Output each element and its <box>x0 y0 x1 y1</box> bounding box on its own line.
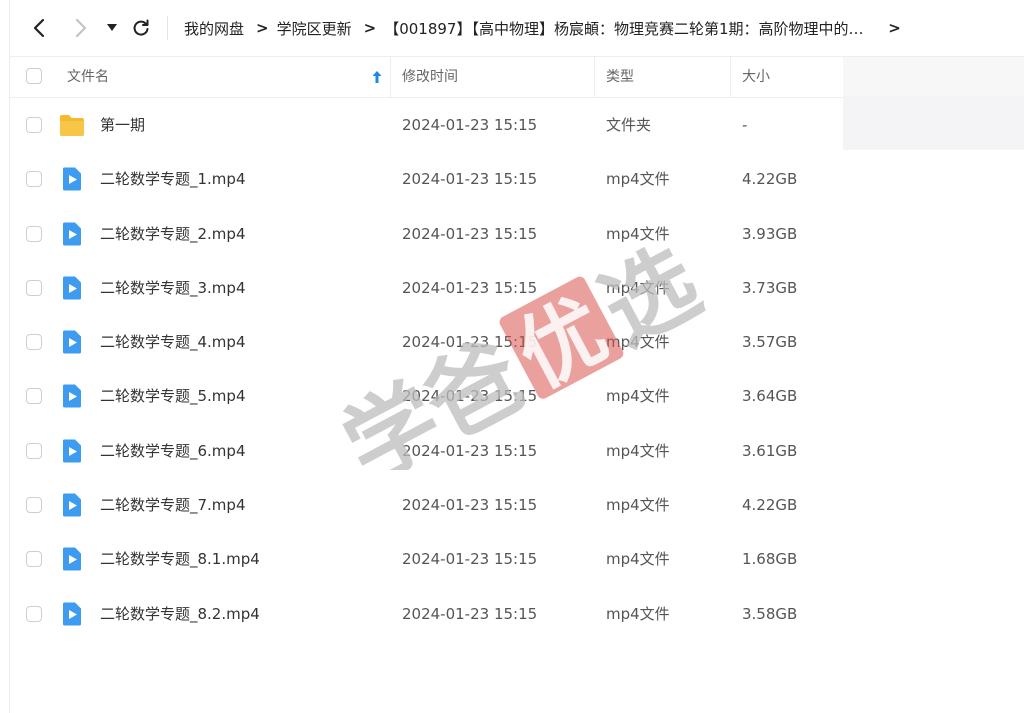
file-size: 3.73GB <box>742 278 798 297</box>
video-file-icon <box>63 276 81 300</box>
file-size: 1.68GB <box>742 550 798 569</box>
breadcrumb-more-button[interactable]: > <box>888 19 901 37</box>
row-hover-area <box>843 96 1024 150</box>
row-checkbox[interactable] <box>26 171 42 188</box>
file-modified-time: 2024-01-23 15:15 <box>402 441 538 460</box>
column-header-name[interactable]: 文件名 <box>67 57 109 97</box>
file-modified-time: 2024-01-23 15:15 <box>402 170 538 189</box>
arrow-up-icon[interactable] <box>371 70 383 84</box>
toolbar-divider <box>167 16 168 40</box>
row-checkbox[interactable] <box>26 551 42 568</box>
row-checkbox[interactable] <box>26 334 42 351</box>
file-name[interactable]: 二轮数学专题_4.mp4 <box>100 315 246 369</box>
header-empty-area <box>843 57 1024 96</box>
refresh-button[interactable] <box>128 14 154 42</box>
row-checkbox[interactable] <box>26 605 42 622</box>
file-type: mp4文件 <box>606 170 670 189</box>
file-type: 文件夹 <box>606 116 652 134</box>
table-row[interactable]: 二轮数学专题_3.mp4 2024-01-23 15:15 mp4文件 3.73GB <box>10 261 1024 315</box>
file-modified-time: 2024-01-23 15:15 <box>402 604 538 623</box>
video-file-icon <box>63 330 81 354</box>
back-button[interactable] <box>26 14 52 42</box>
breadcrumb-separator: > <box>256 19 269 37</box>
video-file-icon <box>63 547 81 571</box>
file-name[interactable]: 二轮数学专题_6.mp4 <box>100 424 246 478</box>
file-modified-time: 2024-01-23 15:15 <box>402 278 538 297</box>
row-checkbox[interactable] <box>26 442 42 459</box>
select-all-checkbox[interactable] <box>26 68 42 84</box>
file-type: mp4文件 <box>606 278 670 297</box>
file-size: - <box>742 116 748 134</box>
column-header-size[interactable]: 大小 <box>742 57 770 97</box>
file-name[interactable]: 二轮数学专题_3.mp4 <box>100 261 246 315</box>
file-name[interactable]: 二轮数学专题_7.mp4 <box>100 478 246 532</box>
table-row[interactable]: 二轮数学专题_4.mp4 2024-01-23 15:15 mp4文件 3.57GB <box>10 315 1024 369</box>
breadcrumb-separator: > <box>363 19 377 37</box>
file-size: 4.22GB <box>742 170 798 189</box>
file-modified-time: 2024-01-23 15:15 <box>402 333 538 352</box>
file-type: mp4文件 <box>606 550 670 569</box>
table-row[interactable]: 二轮数学专题_8.2.mp4 2024-01-23 15:15 mp4文件 3.58G… <box>10 587 1024 641</box>
file-modified-time: 2024-01-23 15:15 <box>402 496 538 515</box>
file-modified-time: 2024-01-23 15:15 <box>402 224 538 243</box>
file-type: mp4文件 <box>606 604 670 623</box>
file-type: mp4文件 <box>606 441 670 460</box>
file-type: mp4文件 <box>606 387 670 406</box>
file-type: mp4文件 <box>606 224 670 243</box>
column-header-modified[interactable]: 修改时间 <box>402 57 458 97</box>
table-row[interactable]: 二轮数学专题_6.mp4 2024-01-23 15:15 mp4文件 3.61GB <box>10 424 1024 478</box>
breadcrumb-item-college-updates[interactable]: 学院区更新 <box>277 18 352 39</box>
file-type: mp4文件 <box>606 496 670 515</box>
video-file-icon <box>63 439 81 463</box>
video-file-icon <box>63 384 81 408</box>
chevron-right-icon <box>75 18 87 38</box>
history-dropdown-button[interactable] <box>100 14 124 42</box>
file-type: mp4文件 <box>606 333 670 352</box>
file-size: 3.61GB <box>742 441 798 460</box>
chevron-left-icon <box>33 18 45 38</box>
file-modified-time: 2024-01-23 15:15 <box>402 387 538 406</box>
file-size: 3.93GB <box>742 224 798 243</box>
file-name[interactable]: 二轮数学专题_8.1.mp4 <box>100 532 260 586</box>
row-checkbox[interactable] <box>26 225 42 242</box>
video-file-icon <box>63 222 81 246</box>
breadcrumb: 我的网盘 > 学院区更新 > 【001897】【高中物理】杨宸頔：物理竞赛二轮第… <box>184 17 901 39</box>
file-size: 3.64GB <box>742 387 798 406</box>
file-modified-time: 2024-01-23 15:15 <box>402 116 538 134</box>
column-divider <box>730 57 731 97</box>
column-divider <box>594 57 595 97</box>
file-list: 第一期 2024-01-23 15:15 文件夹 - 二轮数学专题_1.mp4 2024-… <box>10 98 1024 641</box>
file-size: 4.22GB <box>742 496 798 515</box>
file-name[interactable]: 二轮数学专题_8.2.mp4 <box>100 587 260 641</box>
table-row[interactable]: 二轮数学专题_5.mp4 2024-01-23 15:15 mp4文件 3.64GB <box>10 369 1024 423</box>
file-name[interactable]: 第一期 <box>100 98 145 152</box>
file-modified-time: 2024-01-23 15:15 <box>402 550 538 569</box>
forward-button[interactable] <box>68 14 94 42</box>
column-divider <box>390 57 391 97</box>
breadcrumb-item-my-drive[interactable]: 我的网盘 <box>184 18 244 39</box>
row-checkbox[interactable] <box>26 117 42 133</box>
row-checkbox[interactable] <box>26 497 42 514</box>
table-row[interactable]: 二轮数学专题_8.1.mp4 2024-01-23 15:15 mp4文件 1.68G… <box>10 532 1024 586</box>
breadcrumb-item-current-folder[interactable]: 【001897】【高中物理】杨宸頔：物理竞赛二轮第1期：高阶物理中的数学（202… <box>384 18 876 39</box>
table-row[interactable]: 二轮数学专题_2.mp4 2024-01-23 15:15 mp4文件 3.93GB <box>10 207 1024 261</box>
video-file-icon <box>63 167 81 191</box>
table-row[interactable]: 二轮数学专题_7.mp4 2024-01-23 15:15 mp4文件 4.22GB <box>10 478 1024 532</box>
refresh-icon <box>133 19 149 36</box>
video-file-icon <box>63 602 81 626</box>
file-name[interactable]: 二轮数学专题_1.mp4 <box>100 152 246 206</box>
folder-icon <box>60 115 84 136</box>
toolbar: 我的网盘 > 学院区更新 > 【001897】【高中物理】杨宸頔：物理竞赛二轮第… <box>0 0 1024 56</box>
video-file-icon <box>63 493 81 517</box>
row-checkbox[interactable] <box>26 279 42 296</box>
row-checkbox[interactable] <box>26 388 42 405</box>
column-header-type[interactable]: 类型 <box>606 57 634 97</box>
file-name[interactable]: 二轮数学专题_5.mp4 <box>100 369 246 423</box>
caret-down-icon <box>107 24 117 31</box>
file-size: 3.57GB <box>742 333 798 352</box>
table-row[interactable]: 二轮数学专题_1.mp4 2024-01-23 15:15 mp4文件 4.22GB <box>10 152 1024 206</box>
file-name[interactable]: 二轮数学专题_2.mp4 <box>100 207 246 261</box>
file-size: 3.58GB <box>742 604 798 623</box>
